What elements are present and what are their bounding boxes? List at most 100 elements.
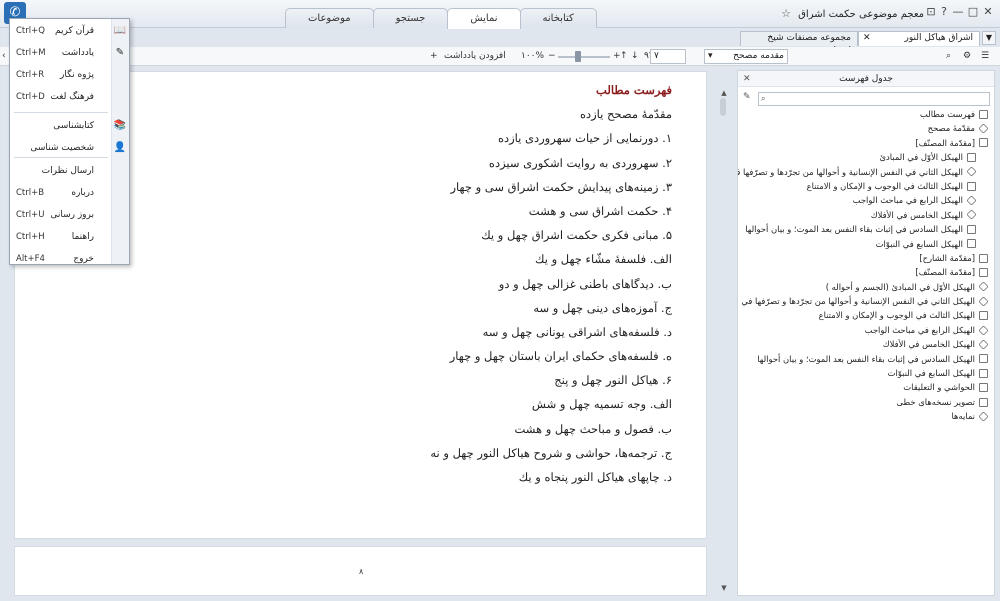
section-select[interactable]: مقدمه مصحح ▾ <box>704 49 788 64</box>
doc-tab-label: اشراق هیاکل النور <box>904 33 973 43</box>
menu-separator <box>14 112 108 113</box>
close-icon[interactable]: ✕ <box>981 5 995 19</box>
menu-item[interactable]: ✎ یادداشت Ctrl+M <box>10 42 129 64</box>
toc-entry[interactable]: ب. فصول و مباحث چهل و هشت <box>430 417 672 441</box>
toc-tree-item[interactable]: [مقدّمة الشارح] <box>738 251 988 265</box>
menu-item[interactable]: پژوه نگار Ctrl+R <box>10 64 129 86</box>
tab-list-dropdown-icon[interactable]: ▼ <box>982 31 996 45</box>
close-panel-icon[interactable]: ✕ <box>743 71 751 87</box>
toc-tree-item[interactable]: الهيكل الثالث في الوجوب و الإمكان و الام… <box>738 179 988 193</box>
toc-entry[interactable]: ه. فلسفه‌های حکمای ایران باستان چهل و چه… <box>430 344 672 368</box>
menu-item[interactable]: بروز رسانی Ctrl+U <box>10 204 129 226</box>
menu-item[interactable]: فرهنگ لغت Ctrl+D <box>10 86 129 108</box>
settings-gear-icon[interactable]: ⚙ <box>963 49 971 64</box>
toc-tree-item[interactable]: الهيكل السابع في النبوّات <box>738 237 988 251</box>
page-up-icon[interactable]: ↑ <box>620 49 628 64</box>
toc-tree-item[interactable]: الهيكل الرابع في مباحث الواجب <box>738 323 988 337</box>
toc-entry[interactable]: الف. وجه تسمیه چهل و شش <box>430 392 672 416</box>
doc-icon <box>979 368 988 378</box>
main-tab[interactable]: موضوعات <box>285 8 374 28</box>
minimize-icon[interactable]: — <box>951 5 965 19</box>
toc-tree-item[interactable]: الهيكل الثاني في النفس الإنسانية و أحوال… <box>738 165 988 179</box>
toc-entry[interactable]: الف. فلسفهٔ مشّاء چهل و یك <box>430 247 672 271</box>
book-page-input[interactable]: ٧ <box>650 49 686 64</box>
menu-item-shortcut: Ctrl+B <box>16 188 45 198</box>
menu-item-icon <box>114 209 126 221</box>
toc-entry[interactable]: ٣. زمینه‌های پیدایش حکمت اشراق سی و چهار <box>430 175 672 199</box>
cube-icon <box>978 339 988 350</box>
toc-entry[interactable]: ج. ترجمه‌ها، حواشی و شروح هیاکل النور چه… <box>430 441 672 465</box>
zoom-out-icon[interactable]: − <box>548 49 556 64</box>
edit-icon[interactable]: ✎ <box>743 92 751 102</box>
add-note-icon[interactable]: + <box>430 49 438 64</box>
toc-tree-item[interactable]: الهيكل الخامس في الأفلاك <box>738 337 988 351</box>
toc-tree-item[interactable]: الهيكل الثالث في الوجوب و الإمكان و الام… <box>738 308 988 322</box>
main-tab[interactable]: جستجو <box>372 8 449 28</box>
menu-item-icon <box>114 253 126 265</box>
zoom-slider[interactable] <box>558 56 610 58</box>
toc-tree-item[interactable]: [مقدّمة المصنّف] <box>738 265 988 279</box>
toc-tree-item[interactable]: تصوير نسخه‌هاى خطى <box>738 395 988 409</box>
toc-search-input[interactable]: ⌕ <box>758 92 990 106</box>
toc-tree-item[interactable]: الهيكل السادس في إثبات بقاء النفس بعد ال… <box>738 222 988 236</box>
doc-tab-hayakel[interactable]: اشراق هیاکل النور ✕ <box>858 31 980 46</box>
toc-tree-item[interactable]: الهيكل السادس في إثبات بقاء النفس بعد ال… <box>738 352 988 366</box>
toc-tree-item[interactable]: نمايه‌ها <box>738 409 988 423</box>
toolbar-edge-icon[interactable]: ‹ <box>2 49 6 64</box>
toc-entry[interactable]: ٢. سهروردی به روایت اشکوری سیزده <box>430 151 672 175</box>
toc-tree-item[interactable]: [مقدّمة المصنّف] <box>738 136 988 150</box>
toc-entry[interactable]: مقدّمهٔ مصحح یازده <box>430 102 672 126</box>
search-icon[interactable]: ⌕ <box>946 49 951 64</box>
favorite-star-icon[interactable]: ☆ <box>781 7 791 20</box>
list-view-icon[interactable]: ☰ <box>981 49 989 64</box>
vertical-scrollbar[interactable]: ▲ ▼ <box>719 71 729 596</box>
page-number: ٨ <box>359 567 364 576</box>
toc-entry[interactable]: ۵. مبانی فکری حکمت اشراق چهل و یك <box>430 223 672 247</box>
restore-icon[interactable]: ⊡ <box>924 5 938 19</box>
maximize-icon[interactable]: □ <box>966 5 980 19</box>
toc-entry[interactable]: ب. دیدگاهای باطنی غزالی چهل و دو <box>430 272 672 296</box>
toc-entry[interactable]: ١. دورنمایی از حیات سهروردی یازده <box>430 126 672 150</box>
toc-tree-item[interactable]: مقدّمهٔ مصحح <box>738 121 988 135</box>
page-down-icon[interactable]: ↓ <box>631 49 639 64</box>
toc-tree-item[interactable]: الهيكل الخامس في الأفلاك <box>738 208 988 222</box>
toc-tree-item[interactable]: الهيكل الأوّل في المبادئ <box>738 150 988 164</box>
doc-icon <box>979 253 988 263</box>
menu-item[interactable]: ارسال نظرات <box>10 160 129 182</box>
scroll-up-icon[interactable]: ▲ <box>720 89 728 97</box>
toc-entry[interactable]: ۶. هیاکل النور چهل و پنج <box>430 368 672 392</box>
menu-item[interactable]: خروج Alt+F4 <box>10 248 129 270</box>
toc-entry[interactable]: ۴. حکمت اشراق سی و هشت <box>430 199 672 223</box>
toc-tree-item[interactable]: الحواشي و التعليقات <box>738 380 988 394</box>
toc-entry[interactable]: د. فلسفه‌های اشراقی یونانی چهل و سه <box>430 320 672 344</box>
main-tab[interactable]: نمایش <box>447 8 521 29</box>
toc-tree-item-label: الهيكل الخامس في الأفلاك <box>870 209 963 220</box>
toc-tree-item[interactable]: الهيكل الأوّل في المبادئ (الجسم و أحواله… <box>738 280 988 294</box>
menu-item[interactable]: 👤 شخصیت شناسی <box>10 137 129 159</box>
toc-tree: فهرست مطالب مقدّمهٔ مصحح [مقدّمة المصنّف] ا… <box>738 107 988 424</box>
toc-tree-item[interactable]: الهيكل الثاني في النفس الإنسانية و أحوال… <box>738 294 988 308</box>
menu-separator <box>14 157 108 158</box>
toc-panel-header: جدول فهرست ✕ <box>738 71 994 87</box>
toc-tree-item[interactable]: الهيكل السابع في النبوّات <box>738 366 988 380</box>
menu-item[interactable]: درباره Ctrl+B <box>10 182 129 204</box>
main-tab[interactable]: کتابخانه <box>519 8 597 28</box>
menu-item[interactable]: راهنما Ctrl+H <box>10 226 129 248</box>
toc-tree-item[interactable]: فهرست مطالب <box>738 107 988 121</box>
toc-heading[interactable]: فهرست مطالب <box>430 78 672 102</box>
zoom-slider-thumb[interactable] <box>575 51 581 62</box>
toc-entry[interactable]: ج. آموزه‌های دینی چهل و سه <box>430 296 672 320</box>
toc-entry[interactable]: د. چاپهای هیاکل النور پنجاه و یك <box>430 465 672 489</box>
menu-item[interactable]: 📚 کتابشناسی <box>10 115 129 137</box>
menu-item[interactable]: 📖 قرآن کریم Ctrl+Q <box>10 20 129 42</box>
add-note-button[interactable]: افزودن یادداشت <box>444 49 506 64</box>
close-tab-icon[interactable]: ✕ <box>863 32 871 45</box>
search-icon[interactable]: ⌕ <box>761 93 765 105</box>
toc-tree-item-label: الهيكل السابع في النبوّات <box>875 238 963 249</box>
scroll-down-icon[interactable]: ▼ <box>720 584 728 592</box>
help-icon[interactable]: ? <box>937 5 951 19</box>
toc-tree-item[interactable]: الهيكل الرابع في مباحث الواجب <box>738 193 988 207</box>
doc-tab-collection[interactable]: مجموعه مصنفات شیخ اشراق <box>740 31 858 56</box>
scroll-thumb[interactable] <box>720 98 726 116</box>
doc-icon <box>979 267 988 277</box>
